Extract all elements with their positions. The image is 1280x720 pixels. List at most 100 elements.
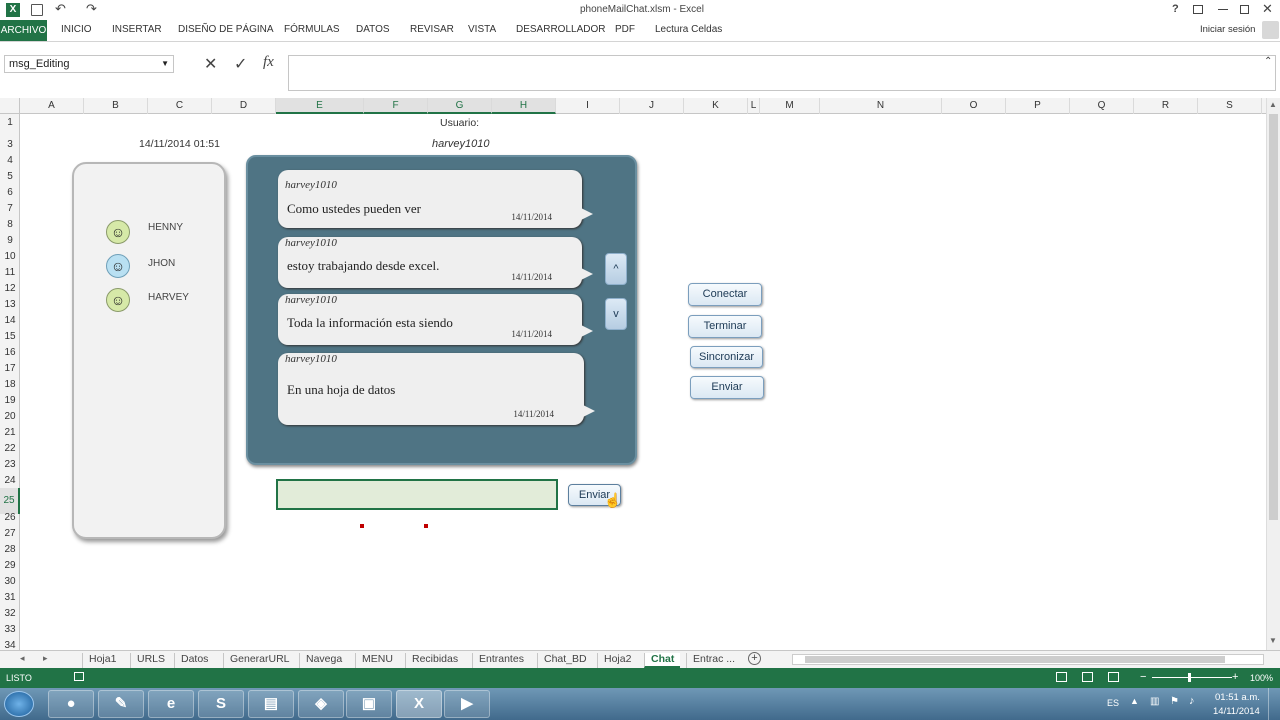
zoom-level[interactable]: 100%: [1250, 673, 1273, 683]
row-header[interactable]: 16: [0, 347, 20, 358]
row-header[interactable]: 19: [0, 395, 20, 406]
tab-desarrollador[interactable]: DESARROLLADOR: [516, 24, 605, 35]
contact-name[interactable]: JHON: [148, 258, 175, 269]
clock-date[interactable]: 14/11/2014: [1213, 706, 1260, 717]
col-header-i[interactable]: I: [556, 98, 620, 114]
scroll-thumb[interactable]: [1269, 114, 1278, 520]
zoom-in-icon[interactable]: +: [1232, 671, 1238, 683]
tab-insertar[interactable]: INSERTAR: [112, 24, 162, 35]
col-header-d[interactable]: D: [212, 98, 276, 114]
row-header[interactable]: 27: [0, 528, 20, 539]
scroll-up-button[interactable]: ^: [605, 253, 627, 285]
sheet-tab-datos[interactable]: Datos: [174, 653, 214, 668]
scroll-down-icon[interactable]: ▼: [1269, 636, 1277, 645]
add-sheet-icon[interactable]: +: [748, 652, 761, 665]
volume-icon[interactable]: ♪: [1189, 695, 1195, 707]
row-header[interactable]: 7: [0, 203, 20, 214]
row-header-selected[interactable]: 25: [0, 488, 20, 514]
excel-app-icon[interactable]: X: [6, 3, 20, 17]
h-scroll-thumb[interactable]: [805, 656, 1225, 663]
row-header[interactable]: 28: [0, 544, 20, 555]
cancel-icon[interactable]: ✕: [204, 54, 217, 74]
row-header[interactable]: 8: [0, 219, 20, 230]
col-header-r[interactable]: R: [1134, 98, 1198, 114]
row-header[interactable]: 17: [0, 363, 20, 374]
row-header[interactable]: 31: [0, 592, 20, 603]
message-input[interactable]: [276, 479, 558, 510]
next-sheet-icon[interactable]: ▸: [43, 653, 48, 664]
macro-record-icon[interactable]: [74, 672, 84, 681]
tab-lectura-celdas[interactable]: Lectura Celdas: [655, 24, 722, 35]
insert-function-icon[interactable]: fx: [263, 54, 274, 71]
col-header-n[interactable]: N: [820, 98, 942, 114]
tray-up-icon[interactable]: ▲: [1130, 696, 1139, 706]
start-button[interactable]: [4, 691, 34, 717]
scroll-down-button[interactable]: v: [605, 298, 627, 330]
zoom-slider[interactable]: [1152, 673, 1232, 682]
vertical-scrollbar[interactable]: ▲ ▼: [1266, 98, 1280, 650]
col-header-a[interactable]: A: [20, 98, 84, 114]
col-header-e[interactable]: E: [276, 98, 364, 114]
row-header[interactable]: 32: [0, 608, 20, 619]
tab-formulas[interactable]: FÓRMULAS: [284, 24, 340, 35]
horizontal-scrollbar[interactable]: [792, 654, 1264, 665]
row-header[interactable]: 23: [0, 459, 20, 470]
page-break-icon[interactable]: [1108, 672, 1119, 682]
expand-formula-icon[interactable]: ⌃: [1264, 56, 1272, 67]
row-header[interactable]: 5: [0, 171, 20, 182]
sheet-tab-hoja1[interactable]: Hoja1: [82, 653, 122, 668]
row-header[interactable]: 30: [0, 576, 20, 587]
col-header-j[interactable]: J: [620, 98, 684, 114]
ribbon-display-icon[interactable]: [1193, 5, 1203, 14]
col-header-p[interactable]: P: [1006, 98, 1070, 114]
save-icon[interactable]: [31, 4, 43, 16]
sheet-tab-chat[interactable]: Chat: [644, 653, 681, 668]
sheet-tab-entrantes[interactable]: Entrantes: [472, 653, 530, 668]
connect-button[interactable]: Conectar: [688, 283, 762, 306]
row-header[interactable]: 29: [0, 560, 20, 571]
sheet-tab-generarurl[interactable]: GenerarURL: [223, 653, 296, 668]
normal-view-icon[interactable]: [1056, 672, 1067, 682]
tab-revisar[interactable]: REVISAR: [410, 24, 454, 35]
row-header[interactable]: 18: [0, 379, 20, 390]
send-button[interactable]: Enviar: [690, 376, 764, 399]
notepad-icon[interactable]: ✎: [98, 690, 144, 718]
zoom-slider-thumb[interactable]: [1188, 673, 1191, 682]
show-desktop-button[interactable]: [1268, 688, 1280, 720]
chevron-down-icon[interactable]: ▼: [161, 56, 169, 72]
page-layout-icon[interactable]: [1082, 672, 1093, 682]
file-explorer-icon[interactable]: ▤: [248, 690, 294, 718]
row-header[interactable]: 6: [0, 187, 20, 198]
network-icon[interactable]: ▥: [1150, 696, 1159, 707]
row-header[interactable]: 33: [0, 624, 20, 635]
video-player-icon[interactable]: ▶: [444, 690, 490, 718]
close-icon[interactable]: ✕: [1262, 1, 1273, 17]
row-header[interactable]: 22: [0, 443, 20, 454]
tab-datos[interactable]: DATOS: [356, 24, 390, 35]
row-header[interactable]: 21: [0, 427, 20, 438]
sheet-tab-menu[interactable]: MENU: [355, 653, 399, 668]
flag-icon[interactable]: ⚑: [1170, 696, 1179, 707]
sheet-tab-navega[interactable]: Navega: [299, 653, 348, 668]
name-box[interactable]: msg_Editing ▼: [4, 55, 174, 73]
tab-inicio[interactable]: INICIO: [61, 24, 92, 35]
row-header[interactable]: 10: [0, 251, 20, 262]
restore-icon[interactable]: [1240, 5, 1249, 14]
terminate-button[interactable]: Terminar: [688, 315, 762, 338]
sheet-tab-chat-bd[interactable]: Chat_BD: [537, 653, 593, 668]
row-header[interactable]: 11: [0, 267, 20, 278]
scroll-up-icon[interactable]: ▲: [1269, 100, 1277, 109]
row-header[interactable]: 9: [0, 235, 20, 246]
row-header[interactable]: 15: [0, 331, 20, 342]
prev-sheet-icon[interactable]: ◂: [20, 653, 25, 664]
sync-button[interactable]: Sincronizar: [690, 346, 763, 368]
excel-taskbar-icon[interactable]: X: [396, 690, 442, 718]
row-header[interactable]: 20: [0, 411, 20, 422]
col-header-g[interactable]: G: [428, 98, 492, 114]
tab-pdf[interactable]: PDF: [615, 24, 635, 35]
select-all-corner[interactable]: [0, 98, 20, 114]
row-header[interactable]: 1: [0, 117, 20, 128]
app-icon[interactable]: ◈: [298, 690, 344, 718]
chrome-icon[interactable]: ●: [48, 690, 94, 718]
contact-name[interactable]: HARVEY: [148, 292, 189, 303]
